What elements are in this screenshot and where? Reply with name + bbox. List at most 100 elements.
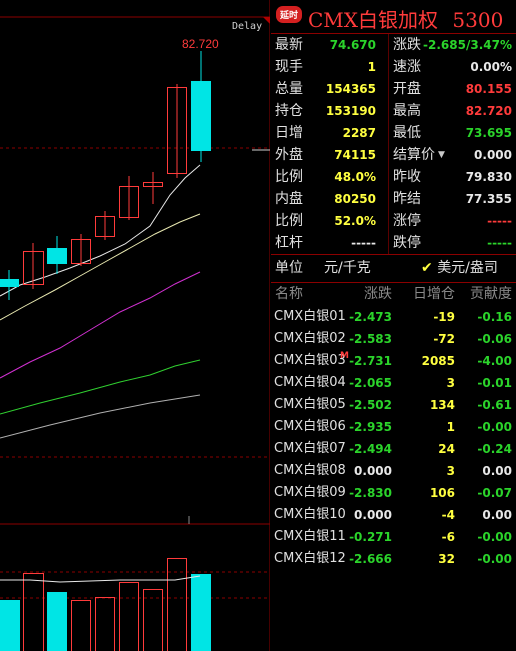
contract-row[interactable]: CMX白银10 0.000 -4 0.00 bbox=[271, 504, 516, 526]
contract-row[interactable]: CMX白银12 -2.666 32 -0.00 bbox=[271, 548, 516, 570]
quote-label: 涨跌 bbox=[393, 37, 421, 53]
ma-line-magenta bbox=[0, 271, 201, 379]
contract-name: CMX白银11 bbox=[274, 529, 346, 544]
quote-value: 73.695 bbox=[465, 126, 512, 140]
quote-value: 48.0% bbox=[334, 170, 376, 184]
quote-row: 比例 48.0% 昨收 79.830 bbox=[271, 166, 516, 188]
contract-change: -0.271 bbox=[349, 530, 392, 544]
volume-bar-down bbox=[47, 592, 67, 651]
contract-row[interactable]: CMX白银03 -2.731 2085 -4.00 M bbox=[271, 350, 516, 372]
contract-row[interactable]: CMX白银04 -2.065 3 -0.01 bbox=[271, 372, 516, 394]
dropdown-arrow-icon[interactable]: ▼ bbox=[438, 144, 445, 166]
volume-bar-up bbox=[23, 573, 44, 651]
contract-name: CMX白银02 bbox=[274, 331, 346, 346]
instrument-code: 5300 bbox=[452, 8, 504, 32]
high-price-label: 82.720 bbox=[182, 37, 219, 51]
contract-oi-change: -72 bbox=[433, 332, 455, 346]
col-contribution[interactable]: 贡献度 bbox=[470, 283, 512, 305]
contract-name: CMX白银10 bbox=[274, 507, 346, 522]
contract-row[interactable]: CMX白银06 -2.935 1 -0.00 bbox=[271, 416, 516, 438]
quote-label: 昨收 bbox=[393, 169, 421, 185]
quote-row: 持仓 153190 最高 82.720 bbox=[271, 100, 516, 122]
contract-row[interactable]: CMX白银11 -0.271 -6 -0.00 bbox=[271, 526, 516, 548]
contract-row[interactable]: CMX白银02 -2.583 -72 -0.06 bbox=[271, 328, 516, 350]
contract-change: -2.065 bbox=[349, 376, 392, 390]
quote-label: 外盘 bbox=[275, 147, 303, 163]
check-icon: ✔ bbox=[421, 260, 433, 276]
contract-oi-change: 106 bbox=[429, 486, 455, 500]
quote-row: 最新 74.670 涨跌 -2.685/3.47% bbox=[271, 34, 516, 56]
quote-label: 持仓 bbox=[275, 103, 303, 119]
quote-panel: 延时 CMX白银加权 5300 最新 74.670 涨跌 -2.685/3.47% 现手… bbox=[271, 0, 516, 651]
instrument-name: CMX白银加权 bbox=[308, 8, 439, 32]
col-name[interactable]: 名称 bbox=[275, 283, 303, 305]
quote-row: 外盘 74115 结算价 0.000 ▼ bbox=[271, 144, 516, 166]
quote-row: 日增 2287 最低 73.695 bbox=[271, 122, 516, 144]
quote-label: 比例 bbox=[275, 213, 303, 229]
unit-label: 单位 bbox=[275, 260, 303, 276]
quote-label: 总量 bbox=[275, 81, 303, 97]
quote-value: 74.670 bbox=[329, 38, 376, 52]
contract-row[interactable]: CMX白银05 -2.502 134 -0.61 bbox=[271, 394, 516, 416]
kline-chart[interactable]: Delay 82.720 bbox=[0, 0, 270, 651]
contract-oi-change: 1 bbox=[446, 420, 455, 434]
quote-value: 154365 bbox=[325, 82, 376, 96]
contract-contribution: -4.00 bbox=[477, 354, 512, 368]
unit-option-usd-oz[interactable]: ✔ 美元/盎司 bbox=[421, 255, 498, 281]
quote-value: 80.155 bbox=[465, 82, 512, 96]
delay-label: Delay bbox=[232, 21, 263, 32]
quote-value: 79.830 bbox=[465, 170, 512, 184]
col-change[interactable]: 涨跌 bbox=[364, 283, 392, 305]
contract-name: CMX白银05 bbox=[274, 397, 346, 412]
candle-down bbox=[47, 248, 67, 264]
col-oi-change[interactable]: 日增仓 bbox=[413, 283, 455, 305]
contract-name: CMX白银07 bbox=[274, 441, 346, 456]
quote-value: ----- bbox=[487, 236, 512, 250]
contract-change: 0.000 bbox=[354, 464, 392, 478]
contract-oi-change: -6 bbox=[441, 530, 455, 544]
contract-name: CMX白银01 bbox=[274, 309, 346, 324]
ma-line-green bbox=[0, 359, 201, 415]
quote-row: 总量 154365 开盘 80.155 bbox=[271, 78, 516, 100]
quote-label: 最高 bbox=[393, 103, 421, 119]
contract-oi-change: 32 bbox=[438, 552, 455, 566]
unit-option-usd-oz-label: 美元/盎司 bbox=[437, 260, 498, 276]
contract-name: CMX白银09 bbox=[274, 485, 346, 500]
unit-selector: 单位 元/千克 ✔ 美元/盎司 bbox=[271, 255, 516, 281]
quote-label: 最低 bbox=[393, 125, 421, 141]
contract-name: CMX白银08 bbox=[274, 463, 346, 478]
contract-contribution: -0.07 bbox=[477, 486, 512, 500]
contract-row[interactable]: CMX白银08 0.000 3 0.00 bbox=[271, 460, 516, 482]
volume-bar-up bbox=[71, 600, 91, 651]
quote-label: 内盘 bbox=[275, 191, 303, 207]
contract-row[interactable]: CMX白银07 -2.494 24 -0.24 bbox=[271, 438, 516, 460]
contracts-header: 名称 涨跌 日增仓 贡献度 bbox=[271, 283, 516, 305]
contract-change: -2.502 bbox=[349, 398, 392, 412]
contract-oi-change: -4 bbox=[441, 508, 455, 522]
unit-option-cny-kg[interactable]: 元/千克 bbox=[324, 255, 371, 281]
kline-canvas[interactable] bbox=[0, 0, 270, 651]
contract-name: CMX白银12 bbox=[274, 551, 346, 566]
quote-value: 77.355 bbox=[465, 192, 512, 206]
volume-bar-down bbox=[0, 600, 20, 651]
quote-label: 速涨 bbox=[393, 59, 421, 75]
corner-marker bbox=[263, 17, 270, 24]
volume-bar-up bbox=[95, 597, 115, 651]
quote-row: 比例 52.0% 涨停 ----- bbox=[271, 210, 516, 232]
quote-value: -2.685/3.47% bbox=[423, 38, 512, 52]
contract-row[interactable]: CMX白银01 -2.473 -19 -0.16 bbox=[271, 306, 516, 328]
quote-label: 开盘 bbox=[393, 81, 421, 97]
quote-label: 比例 bbox=[275, 169, 303, 185]
quote-row: 内盘 80250 昨结 77.355 bbox=[271, 188, 516, 210]
ma-line-gray bbox=[0, 394, 201, 439]
volume-bar-down bbox=[191, 574, 211, 651]
quote-value: 1 bbox=[367, 60, 376, 74]
contract-change: -2.935 bbox=[349, 420, 392, 434]
contract-oi-change: 2085 bbox=[421, 354, 455, 368]
contract-change: -2.494 bbox=[349, 442, 392, 456]
contract-contribution: 0.00 bbox=[482, 508, 512, 522]
quote-value: ----- bbox=[351, 236, 376, 250]
main-contract-marker: M bbox=[340, 351, 349, 361]
contract-row[interactable]: CMX白银09 -2.830 106 -0.07 bbox=[271, 482, 516, 504]
volume-ma-line bbox=[0, 575, 201, 583]
